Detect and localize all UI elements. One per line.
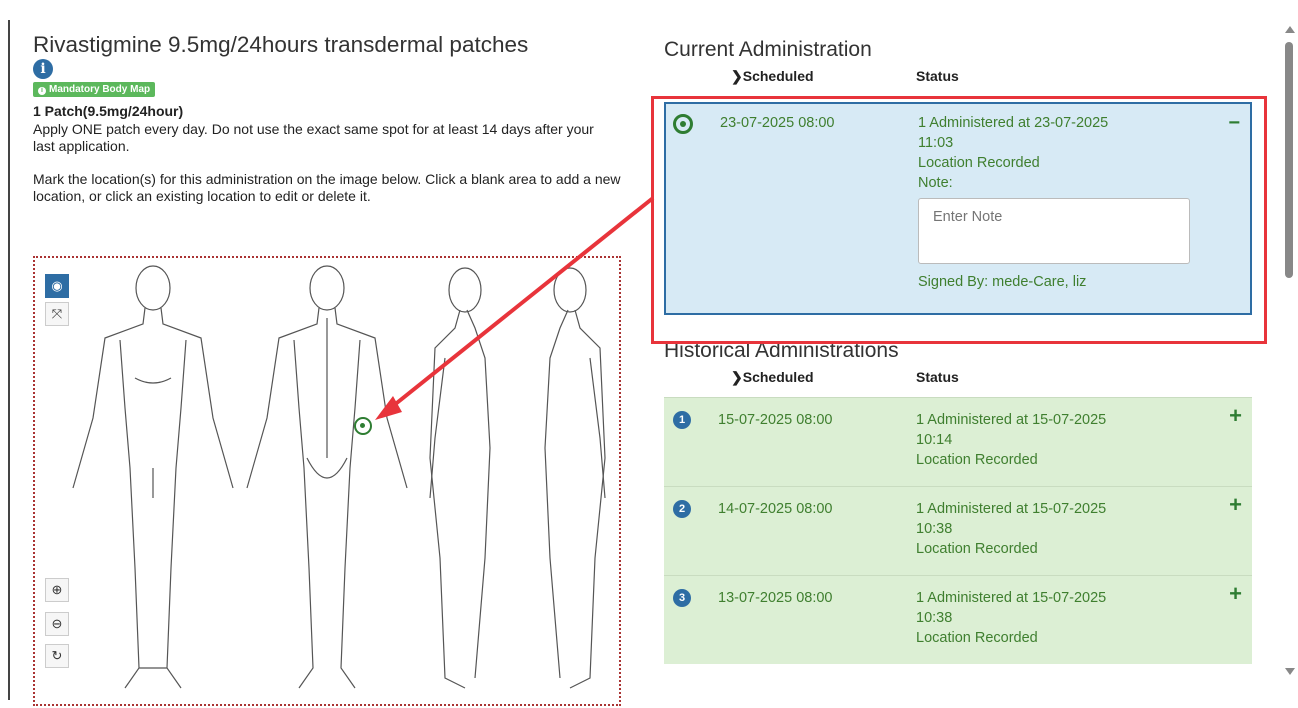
location-marker[interactable] — [354, 417, 372, 435]
current-table-header: ❯Scheduled Status — [664, 64, 1269, 86]
vertical-scrollbar[interactable] — [1281, 12, 1298, 700]
scroll-up-icon[interactable] — [1285, 26, 1295, 33]
side-body-figure-left — [429, 267, 491, 689]
body-figures — [72, 265, 606, 689]
historical-administrations-title: Historical Administrations — [664, 339, 899, 362]
top-bar — [0, 0, 1298, 12]
chevron-down-icon: ❯ — [731, 369, 743, 385]
scheduled-date: 14-07-2025 08:00 — [718, 501, 833, 517]
signed-by-text: Signed By: mede-Care, liz — [918, 274, 1087, 290]
dose-text: 1 Patch(9.5mg/24hour) — [33, 103, 184, 119]
status-time: 10:38 — [916, 610, 953, 626]
status-time: 10:14 — [916, 432, 953, 448]
note-input[interactable] — [918, 198, 1190, 264]
mandatory-body-map-badge: i Mandatory Body Map — [33, 82, 156, 97]
info-small-icon: i — [38, 87, 46, 95]
status-cell: 1 Administered at 23-07-2025 11:03 Locat… — [918, 113, 1190, 292]
historical-table-header: ❯Scheduled Status — [664, 365, 1269, 387]
front-body-figure — [72, 265, 234, 689]
scheduled-date: 23-07-2025 08:00 — [720, 115, 835, 131]
expand-toggle-button[interactable]: + — [1229, 405, 1242, 427]
status-location-recorded: Location Recorded — [916, 452, 1038, 468]
history-row[interactable]: 1 15-07-2025 08:00 1 Administered at 15-… — [664, 397, 1252, 486]
status-administered: 1 Administered at 15-07-2025 — [916, 590, 1107, 606]
expand-toggle-button[interactable]: + — [1229, 583, 1242, 605]
note-label: Note: — [918, 175, 953, 191]
row-number-badge: 3 — [673, 589, 691, 607]
mark-location-instruction: Mark the location(s) for this administra… — [33, 171, 621, 204]
current-administration-row[interactable]: 23-07-2025 08:00 1 Administered at 23-07… — [664, 102, 1252, 315]
scheduled-date: 13-07-2025 08:00 — [718, 590, 833, 606]
window-left-edge — [8, 20, 10, 700]
row-number-badge: 2 — [673, 500, 691, 518]
collapse-toggle-button[interactable]: − — [1228, 113, 1240, 133]
instruction-text: Apply ONE patch every day. Do not use th… — [33, 121, 594, 154]
body-map-canvas[interactable]: ◉ ⤧ ⊕ ⊖ ↻ — [33, 256, 621, 706]
scheduled-column-header[interactable]: ❯Scheduled — [731, 369, 814, 386]
badge-label: Mandatory Body Map — [49, 84, 151, 95]
status-location-recorded: Location Recorded — [916, 541, 1038, 557]
status-time: 11:03 — [918, 135, 954, 151]
status-location-recorded: Location Recorded — [918, 155, 1040, 171]
status-cell: 1 Administered at 15-07-2025 10:14 Locat… — [916, 410, 1156, 470]
scrollbar-thumb[interactable] — [1285, 42, 1293, 278]
status-administered: 1 Administered at 23-07-2025 — [918, 115, 1109, 131]
side-body-figure-right — [544, 267, 606, 689]
row-number-badge: 1 — [673, 411, 691, 429]
back-body-figure — [246, 265, 408, 689]
status-cell: 1 Administered at 15-07-2025 10:38 Locat… — [916, 588, 1156, 648]
status-time: 10:38 — [916, 521, 953, 537]
scroll-down-icon[interactable] — [1285, 668, 1295, 675]
administration-panel: Current Administration ❯Scheduled Status… — [664, 36, 1269, 664]
status-cell: 1 Administered at 15-07-2025 10:38 Locat… — [916, 499, 1156, 559]
expand-toggle-button[interactable]: + — [1229, 494, 1242, 516]
status-administered: 1 Administered at 15-07-2025 — [916, 412, 1107, 428]
history-row[interactable]: 2 14-07-2025 08:00 1 Administered at 15-… — [664, 486, 1252, 575]
medication-title: Rivastigmine 9.5mg/24hours transdermal p… — [33, 32, 529, 57]
location-selected-icon — [673, 114, 693, 134]
status-administered: 1 Administered at 15-07-2025 — [916, 501, 1107, 517]
chevron-down-icon: ❯ — [731, 68, 743, 84]
scheduled-label: Scheduled — [742, 369, 814, 385]
status-column-header: Status — [916, 369, 959, 385]
scheduled-date: 15-07-2025 08:00 — [718, 412, 833, 428]
info-icon[interactable]: i — [33, 59, 53, 79]
history-row[interactable]: 3 13-07-2025 08:00 1 Administered at 15-… — [664, 575, 1252, 664]
status-location-recorded: Location Recorded — [916, 630, 1038, 646]
scheduled-label: Scheduled — [742, 68, 814, 84]
scheduled-column-header[interactable]: ❯Scheduled — [731, 68, 814, 85]
medication-panel: Rivastigmine 9.5mg/24hours transdermal p… — [33, 30, 633, 205]
status-column-header: Status — [916, 68, 959, 84]
current-administration-title: Current Administration — [664, 38, 872, 61]
